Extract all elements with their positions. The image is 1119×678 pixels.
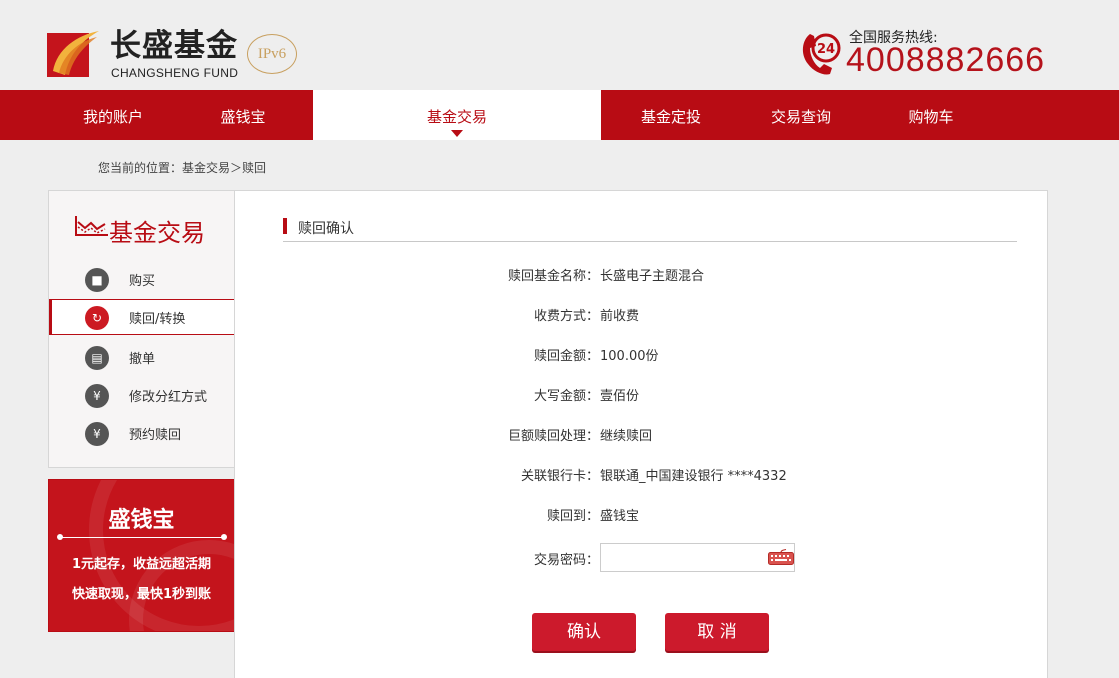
redeem-to-value: 盛钱宝 xyxy=(600,509,640,524)
bank-card-value: 银联通_中国建设银行 ****4332 xyxy=(600,469,787,484)
redeem-to-label: 赎回到： xyxy=(546,509,599,524)
confirm-button[interactable]: 确认 xyxy=(532,613,636,651)
nav-label: 交易查询 xyxy=(770,108,831,126)
changsheng-logo-icon[interactable] xyxy=(47,29,99,77)
sidebar-item-label: 购买 xyxy=(129,274,156,289)
fund-name-label: 赎回基金名称： xyxy=(507,269,599,284)
sidebar-item-buy[interactable]: ■ 购买 xyxy=(49,261,236,297)
brand-name-en: CHANGSHENG FUND xyxy=(111,66,239,80)
promo-divider-dot xyxy=(57,534,63,540)
sidebar-item-label: 预约赎回 xyxy=(129,428,182,443)
large-redeem-value: 继续赎回 xyxy=(600,429,653,444)
sidebar-item-dividend[interactable]: ¥ 修改分红方式 xyxy=(49,377,236,413)
section-marker xyxy=(283,218,287,234)
site-header: 长盛基金 CHANGSHENG FUND IPv6 24 全国服务热线: 400… xyxy=(0,0,1119,90)
nav-label: 购物车 xyxy=(908,108,954,126)
breadcrumb: 您当前的位置：基金交易＞赎回 xyxy=(98,161,267,175)
nav-item-cart[interactable]: 购物车 xyxy=(866,90,996,140)
keyboard-icon[interactable] xyxy=(768,549,794,565)
sidebar-item-scheduled-redeem[interactable]: ¥ 预约赎回 xyxy=(49,415,236,451)
chart-trend-icon xyxy=(75,216,108,236)
sidebar-item-cancel-order[interactable]: ▤ 撤单 xyxy=(49,339,236,375)
ipv6-badge: IPv6 xyxy=(247,34,297,74)
svg-text:24: 24 xyxy=(817,42,835,57)
nav-label: 盛钱宝 xyxy=(220,108,266,126)
sidebar-item-redeem[interactable]: ↻ 赎回/转换 xyxy=(49,299,236,335)
phone-24h-icon: 24 xyxy=(802,33,841,75)
nav-label: 基金交易 xyxy=(426,108,487,126)
refresh-icon: ↻ xyxy=(85,306,109,330)
redeem-confirm-panel: 赎回确认 赎回基金名称： 长盛电子主题混合 收费方式： 前收费 赎回金额： 10… xyxy=(234,190,1048,678)
redeem-amount-label: 赎回金额： xyxy=(533,349,599,364)
amount-in-words-label: 大写金额： xyxy=(533,389,599,404)
brand-name-cn: 长盛基金 xyxy=(110,28,238,64)
nav-item-shengqianbao[interactable]: 盛钱宝 xyxy=(178,90,308,140)
money-icon: ¥ xyxy=(85,384,109,408)
promo-title: 盛钱宝 xyxy=(108,508,175,533)
promo-divider-dot xyxy=(221,534,227,540)
sidebar: 基金交易 ■ 购买 ↻ 赎回/转换 ▤ 撤单 ¥ 修改分红方式 ¥ 预约赎回 xyxy=(48,190,236,468)
password-label: 交易密码： xyxy=(533,553,599,568)
sidebar-item-label: 撤单 xyxy=(129,352,156,367)
section-divider xyxy=(283,241,1017,242)
sidebar-item-label: 修改分红方式 xyxy=(129,390,208,405)
sidebar-title: 基金交易 xyxy=(109,219,205,247)
nav-item-fund-plan[interactable]: 基金定投 xyxy=(606,90,736,140)
nav-label: 我的账户 xyxy=(82,108,143,126)
nav-label: 基金定投 xyxy=(640,108,701,126)
hotline-number[interactable]: 4008882666 xyxy=(846,40,1045,80)
main-nav: 我的账户 盛钱宝 基金交易 基金定投 交易查询 购物车 xyxy=(0,90,1119,140)
bank-card-label: 关联银行卡： xyxy=(520,469,599,484)
nav-item-my-account[interactable]: 我的账户 xyxy=(48,90,178,140)
promo-line-2: 快速取现，最快1秒到账 xyxy=(71,587,212,602)
nav-item-trade-query[interactable]: 交易查询 xyxy=(736,90,866,140)
fee-type-label: 收费方式： xyxy=(533,309,599,324)
cancel-button[interactable]: 取 消 xyxy=(665,613,769,651)
amount-in-words-value: 壹佰份 xyxy=(600,389,640,404)
trade-password-input[interactable] xyxy=(600,543,795,572)
nav-item-fund-trade[interactable]: 基金交易 xyxy=(313,90,601,140)
shengqianbao-promo-banner[interactable]: 盛钱宝 1元起存，收益远超活期 快速取现，最快1秒到账 xyxy=(48,479,235,632)
fee-type-value: 前收费 xyxy=(600,309,640,324)
document-icon: ▤ xyxy=(85,346,109,370)
fund-name-value: 长盛电子主题混合 xyxy=(600,269,705,284)
active-arrow-icon xyxy=(451,130,463,137)
redeem-amount-value: 100.00份 xyxy=(600,349,659,364)
basket-icon: ■ xyxy=(85,268,109,292)
section-title: 赎回确认 xyxy=(298,221,354,237)
promo-divider xyxy=(59,537,224,538)
money-icon: ¥ xyxy=(85,422,109,446)
large-redeem-label: 巨额赎回处理： xyxy=(507,429,599,444)
promo-line-1: 1元起存，收益远超活期 xyxy=(71,557,212,572)
sidebar-item-label: 赎回/转换 xyxy=(129,312,186,327)
